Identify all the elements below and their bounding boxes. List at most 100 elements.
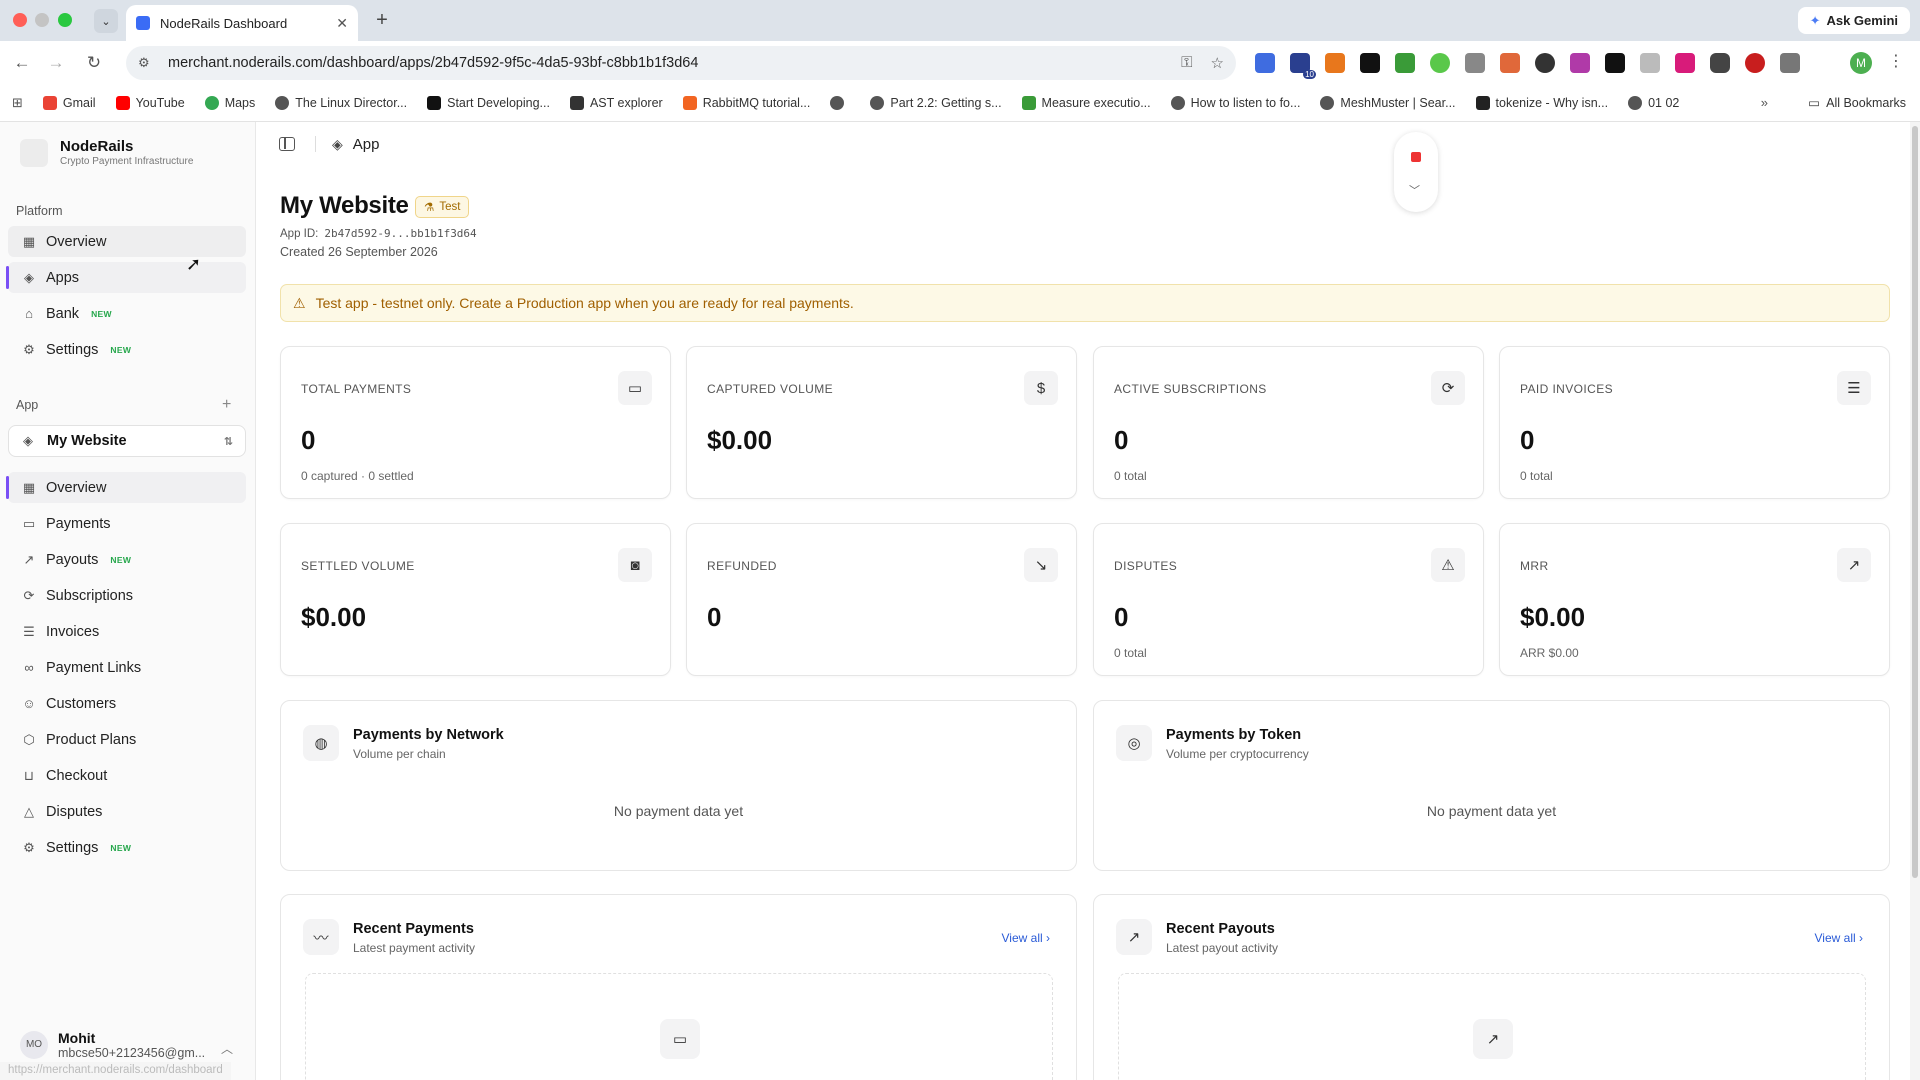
- extension-icon[interactable]: [1640, 53, 1660, 73]
- sidebar-item-invoices[interactable]: ☰ Invoices: [8, 616, 246, 647]
- bookmark-item[interactable]: The Linux Director...: [275, 96, 407, 110]
- extension-badge: 10: [1303, 70, 1316, 79]
- bookmark-item[interactable]: RabbitMQ tutorial...: [682, 96, 810, 110]
- view-all-payments-link[interactable]: View all ›: [1002, 931, 1050, 945]
- sidebar-item-app-overview[interactable]: ▦ Overview: [6, 472, 246, 503]
- extension-icon[interactable]: [1605, 53, 1625, 73]
- window-maximize-button[interactable]: [58, 13, 72, 27]
- window-close-button[interactable]: [13, 13, 27, 27]
- add-app-icon[interactable]: +: [222, 396, 231, 414]
- sidebar-item-payments[interactable]: ▭ Payments: [8, 508, 246, 539]
- bookmark-item[interactable]: [830, 96, 850, 110]
- extension-icon[interactable]: [1500, 53, 1520, 73]
- sidebar-item-disputes[interactable]: △ Disputes: [8, 796, 246, 827]
- sidebar-item-payouts[interactable]: ↗ Payouts NEW: [8, 544, 246, 575]
- extension-icon[interactable]: [1395, 53, 1415, 73]
- empty-state-text: No payment data yet: [613, 803, 744, 819]
- package-icon: ⬡: [23, 731, 35, 747]
- panel-title: Recent Payments: [353, 921, 474, 937]
- card-icon: ▭: [618, 371, 652, 405]
- bookmark-label: Part 2.2: Getting s...: [890, 96, 1002, 110]
- bookmark-item[interactable]: 01 02: [1628, 96, 1679, 110]
- all-bookmarks-button[interactable]: ▭ All Bookmarks: [1808, 95, 1906, 111]
- bookmark-item[interactable]: Part 2.2: Getting s...: [870, 96, 1002, 110]
- bookmark-item[interactable]: Start Developing...: [427, 96, 550, 110]
- bookmarks-overflow-icon[interactable]: »: [1761, 95, 1768, 110]
- sidebar-item-apps[interactable]: ◈ Apps: [6, 262, 246, 293]
- site-info-icon[interactable]: ⚙: [138, 55, 154, 71]
- bookmark-star-icon[interactable]: ☆: [1211, 54, 1224, 72]
- page-scrollbar[interactable]: [1910, 122, 1920, 1080]
- app-selector[interactable]: ◈ My Website ⇅: [8, 425, 246, 457]
- brand[interactable]: NodeRails Crypto Payment Infrastructure: [20, 138, 193, 167]
- bookmark-item[interactable]: Maps: [204, 96, 255, 110]
- chevron-down-icon[interactable]: ﹀: [1409, 182, 1420, 198]
- sidebar-item-label: Disputes: [46, 803, 103, 820]
- extension-icon[interactable]: [1535, 53, 1555, 73]
- sidebar-item-bank[interactable]: ⌂ Bank NEW: [8, 298, 246, 329]
- scrollbar-thumb[interactable]: [1912, 126, 1918, 878]
- extension-icon[interactable]: [1745, 53, 1765, 73]
- bookmark-item[interactable]: MeshMuster | Sear...: [1320, 96, 1456, 110]
- sidebar-item-customers[interactable]: ☺ Customers: [8, 688, 246, 719]
- sidebar-toggle-icon[interactable]: [279, 137, 295, 151]
- sidebar-item-overview[interactable]: ▦ Overview: [8, 226, 246, 257]
- sidebar-item-checkout[interactable]: ⊔ Checkout: [8, 760, 246, 791]
- extension-icon[interactable]: [1710, 53, 1730, 73]
- bookmark-label: How to listen to fo...: [1190, 96, 1301, 110]
- extension-icon[interactable]: [1360, 53, 1380, 73]
- created-date: Created 26 September 2026: [280, 245, 438, 259]
- stat-value: 0: [301, 425, 316, 455]
- breadcrumb-current: App: [352, 135, 380, 153]
- extension-icon[interactable]: [1430, 53, 1450, 73]
- profile-avatar[interactable]: M: [1850, 52, 1872, 74]
- bookmark-item[interactable]: Measure executio...: [1021, 96, 1151, 110]
- user-menu[interactable]: MO Mohit mbcse50+2123456@gm...: [20, 1030, 205, 1060]
- sidebar-item-app-settings[interactable]: ⚙ Settings NEW: [8, 832, 246, 863]
- sidebar-item-settings[interactable]: ⚙ Settings NEW: [8, 334, 246, 365]
- app-id-value[interactable]: 2b47d592-9...bb1b1f3d64: [324, 227, 476, 240]
- bookmark-label: Measure executio...: [1041, 96, 1151, 110]
- extension-icon[interactable]: [1465, 53, 1485, 73]
- forward-button[interactable]: →: [44, 51, 68, 75]
- new-badge: NEW: [110, 554, 132, 565]
- address-bar[interactable]: ⚙ merchant.noderails.com/dashboard/apps/…: [126, 46, 1236, 80]
- extension-icon[interactable]: [1675, 53, 1695, 73]
- stat-sub: 0 total: [1114, 469, 1147, 483]
- sidebar-item-subscriptions[interactable]: ⟳ Subscriptions: [8, 580, 246, 611]
- password-key-icon[interactable]: ⚿: [1181, 54, 1192, 72]
- stat-value: 0: [1114, 425, 1129, 455]
- sidebar-item-product-plans[interactable]: ⬡ Product Plans: [8, 724, 246, 755]
- reload-button[interactable]: ↻: [82, 51, 106, 75]
- browser-menu-icon[interactable]: ⋮: [1888, 51, 1904, 71]
- apps-grid-icon[interactable]: ⊞: [12, 95, 23, 111]
- bookmark-item[interactable]: YouTube: [115, 96, 185, 110]
- panel-subtitle: Latest payout activity: [1166, 941, 1279, 955]
- extension-icon[interactable]: 10: [1290, 53, 1316, 79]
- ask-gemini-button[interactable]: ✦ Ask Gemini: [1797, 7, 1910, 34]
- extension-icon[interactable]: [1570, 53, 1590, 73]
- globe-icon: [870, 96, 885, 110]
- dollar-icon: $: [1024, 371, 1058, 405]
- main-content: ◈ App ﹀ My Website ⚗ Test App ID: 2b47d59…: [257, 122, 1910, 1080]
- tab-search-button[interactable]: ⌄: [94, 9, 118, 33]
- view-all-payouts-link[interactable]: View all ›: [1815, 931, 1863, 945]
- bookmark-item[interactable]: Gmail: [42, 96, 96, 110]
- window-minimize-button[interactable]: [35, 13, 49, 27]
- extensions-puzzle-icon[interactable]: [1780, 53, 1800, 73]
- bookmark-item[interactable]: How to listen to fo...: [1170, 96, 1301, 110]
- extension-icon[interactable]: [1255, 53, 1275, 73]
- back-button[interactable]: ←: [10, 51, 34, 75]
- stop-recording-icon[interactable]: [1411, 152, 1421, 162]
- bookmark-item[interactable]: tokenize - Why isn...: [1475, 96, 1608, 110]
- tab-close-icon[interactable]: ✕: [336, 15, 348, 32]
- extension-icon[interactable]: [1325, 53, 1345, 73]
- sidebar-item-payment-links[interactable]: ∞ Payment Links: [8, 652, 246, 683]
- payments-by-token-panel: ◎ Payments by Token Volume per cryptocur…: [1093, 700, 1890, 871]
- browser-tab[interactable]: NodeRails Dashboard ✕: [126, 5, 358, 41]
- bookmark-item[interactable]: AST explorer: [569, 96, 663, 110]
- recording-widget[interactable]: ﹀: [1394, 132, 1438, 212]
- rabbitmq-icon: [682, 96, 697, 110]
- new-tab-button[interactable]: +: [370, 9, 394, 32]
- chevron-up-icon[interactable]: ︿: [221, 1040, 233, 1057]
